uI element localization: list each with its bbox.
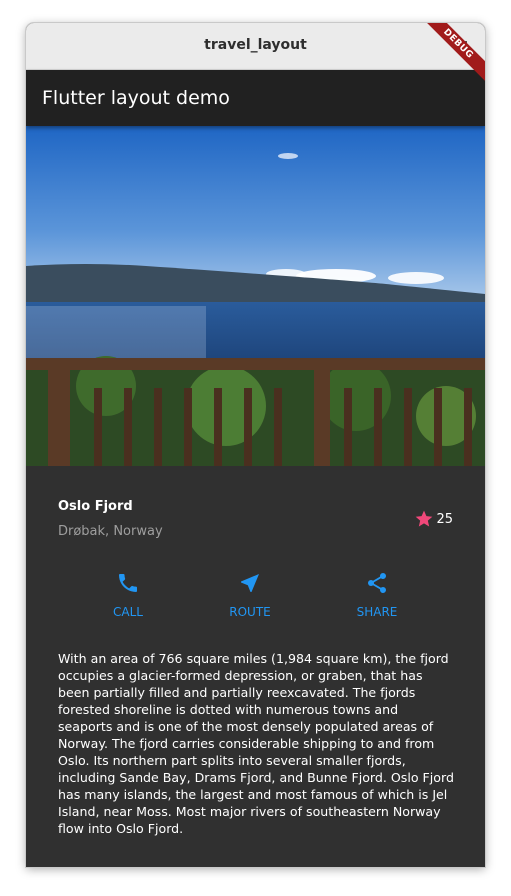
- call-label: CALL: [113, 605, 143, 619]
- action-buttons: CALL ROUTE SHARE: [26, 571, 485, 627]
- phone-icon: [119, 574, 137, 592]
- app-window: travel_layout Flutter layout demo DEBUG: [26, 23, 485, 867]
- route-label: ROUTE: [229, 605, 271, 619]
- window-title: travel_layout: [204, 37, 307, 53]
- description-text: With an area of 766 square miles (1,984 …: [58, 651, 454, 836]
- share-icon: [368, 573, 386, 593]
- star-icon: [416, 510, 433, 527]
- app-bar: Flutter layout demo: [26, 70, 485, 126]
- share-button[interactable]: SHARE: [337, 571, 417, 619]
- route-button[interactable]: ROUTE: [210, 571, 290, 619]
- app-bar-title: Flutter layout demo: [42, 87, 230, 109]
- lake-photo: [26, 126, 485, 466]
- rating: 25: [414, 509, 453, 529]
- window-titlebar[interactable]: travel_layout: [26, 23, 485, 70]
- place-location: Drøbak, Norway: [58, 524, 163, 539]
- rating-count: 25: [436, 511, 453, 527]
- navigation-icon: [241, 574, 259, 592]
- title-section: Oslo Fjord Drøbak, Norway 25: [58, 496, 453, 546]
- call-button[interactable]: CALL: [88, 571, 168, 619]
- share-label: SHARE: [356, 605, 398, 619]
- place-name: Oslo Fjord: [58, 499, 133, 514]
